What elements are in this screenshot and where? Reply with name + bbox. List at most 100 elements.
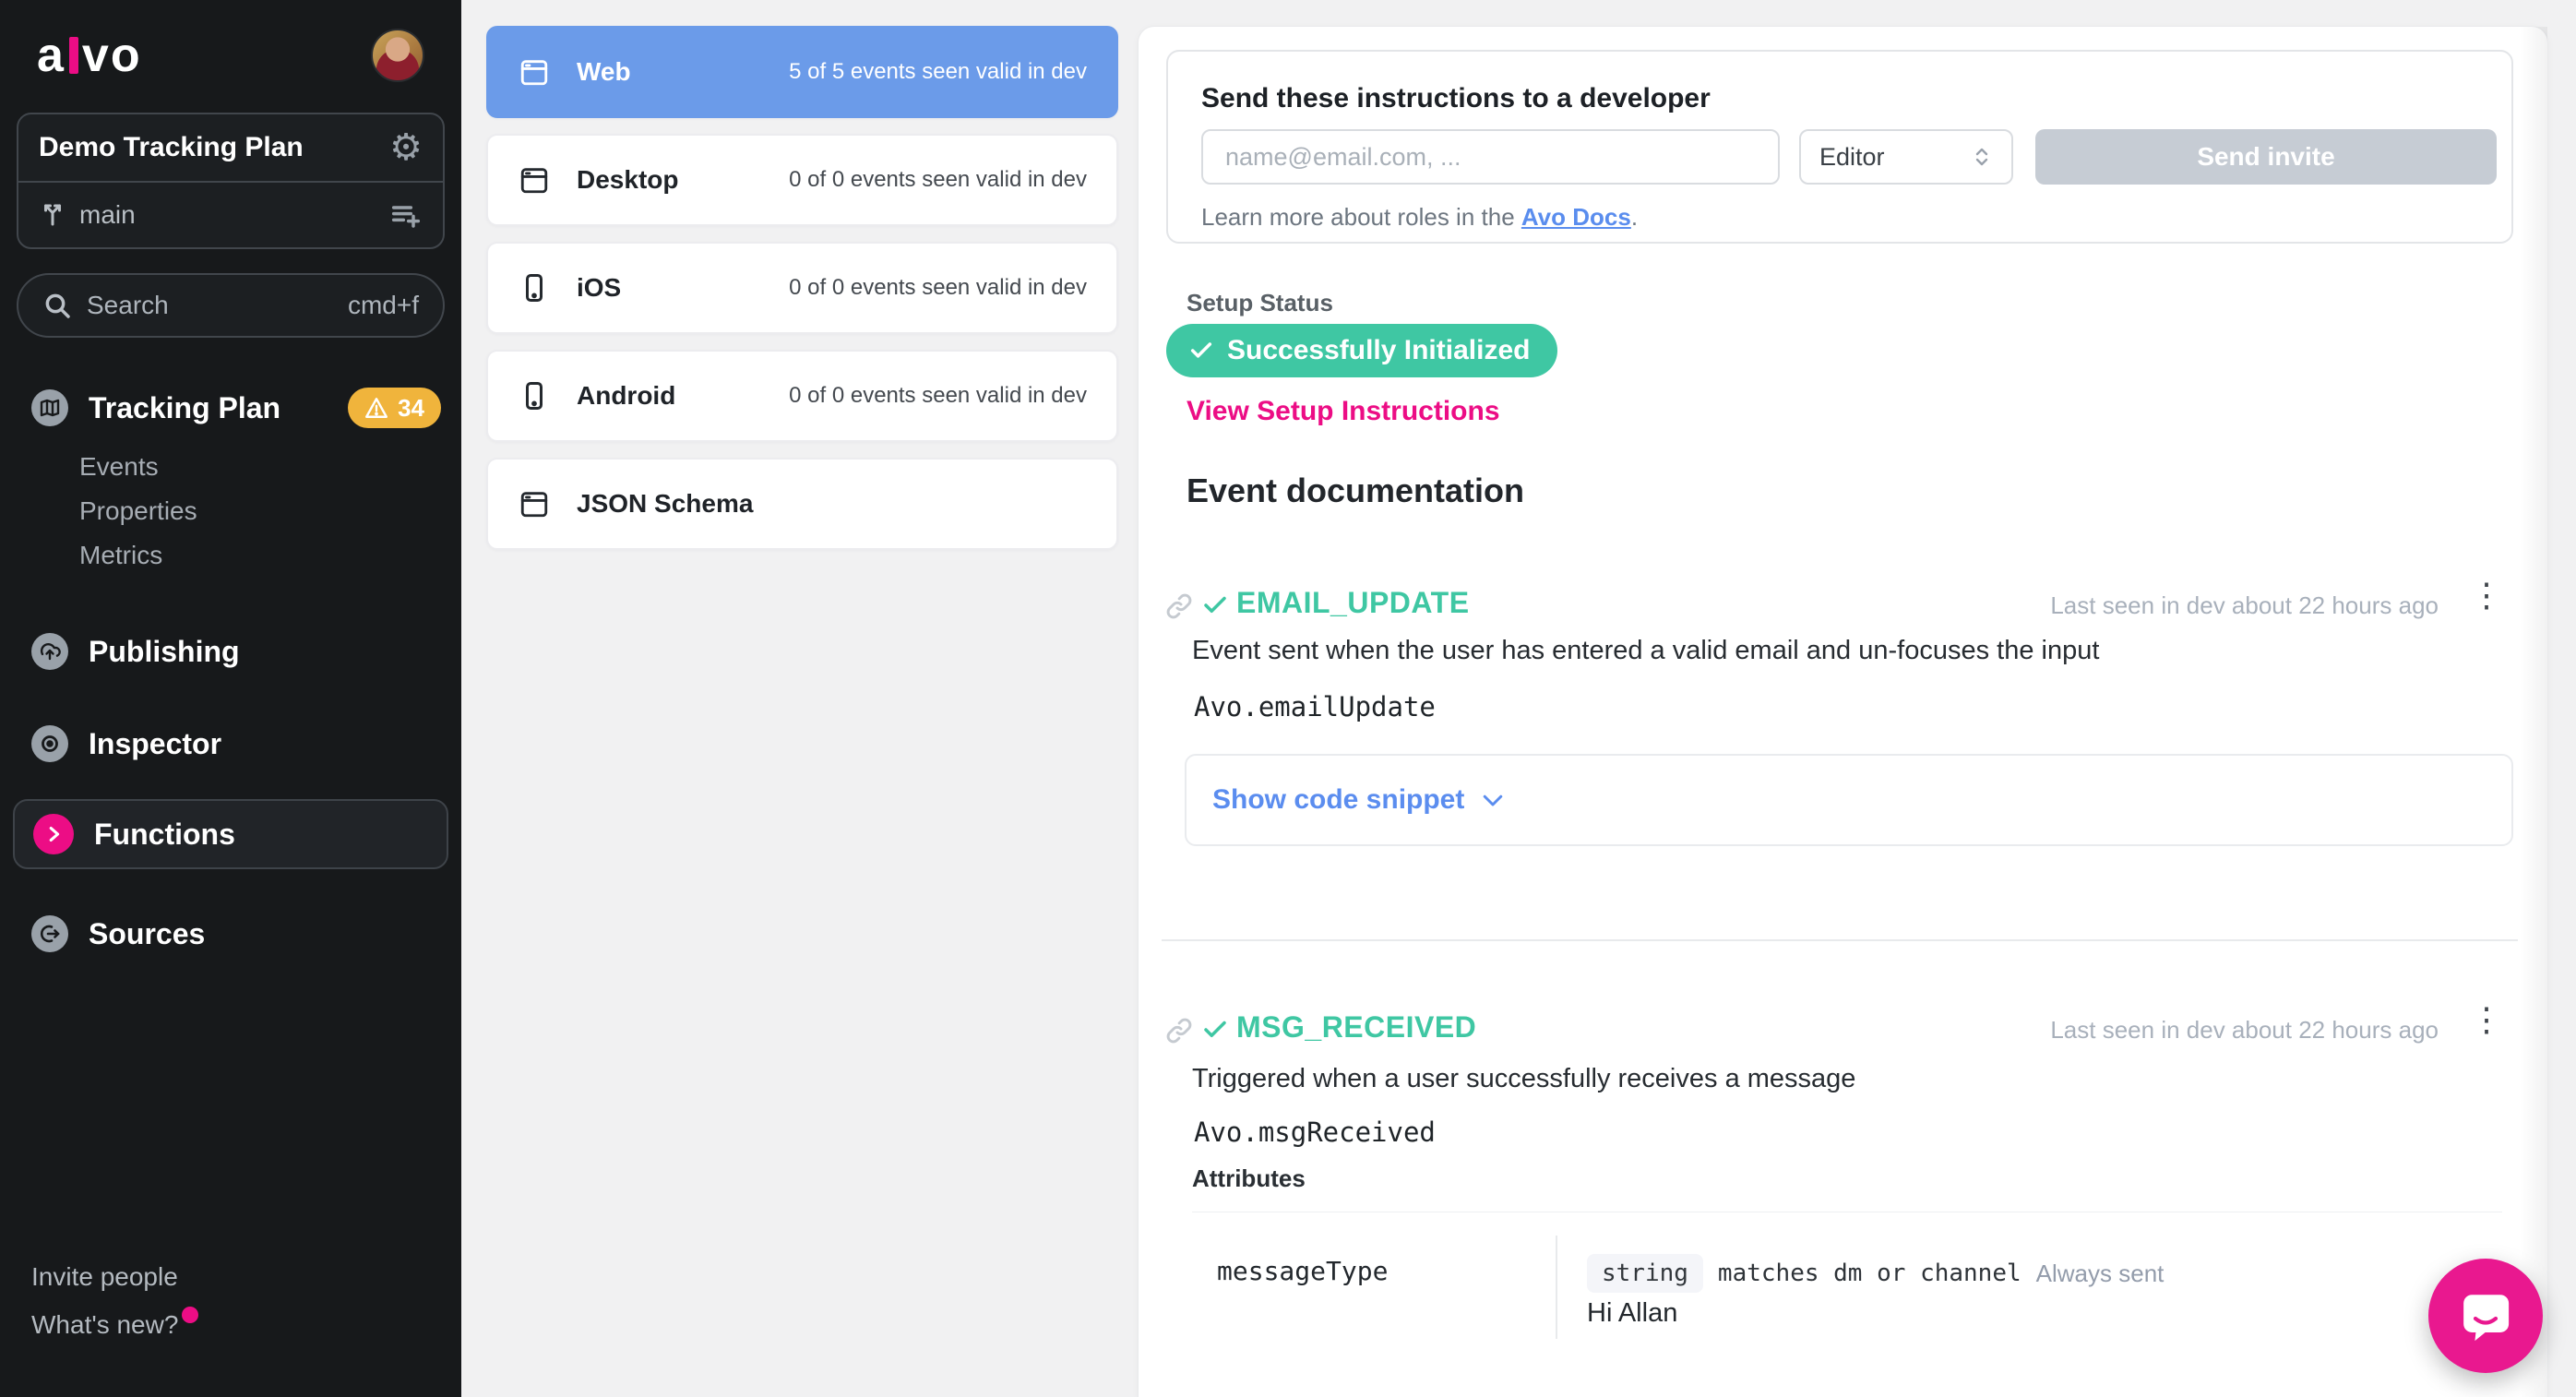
invite-developer-card: Send these instructions to a developer E… — [1166, 50, 2513, 244]
sidebar-item-properties[interactable]: Properties — [79, 489, 461, 533]
workspace-name: Demo Tracking Plan — [39, 132, 389, 163]
mobile-icon — [518, 379, 551, 412]
branch-row[interactable]: main — [18, 181, 443, 247]
valid-check-icon — [1201, 591, 1229, 619]
branch-name: main — [79, 200, 389, 230]
source-name: Desktop — [577, 165, 678, 195]
chat-messenger-button[interactable] — [2428, 1259, 2543, 1373]
view-setup-instructions-link[interactable]: View Setup Instructions — [1187, 396, 1500, 427]
search-shortcut: cmd+f — [348, 291, 419, 320]
roles-note-suffix: . — [1631, 203, 1638, 231]
issues-count: 34 — [398, 394, 424, 423]
chat-bubble-icon — [2455, 1285, 2516, 1346]
attribute-sent-label: Always sent — [2036, 1260, 2165, 1288]
source-card-android[interactable]: Android 0 of 0 events seen valid in dev — [486, 350, 1118, 442]
map-icon — [31, 389, 68, 426]
event-description: Event sent when the user has entered a v… — [1192, 636, 2099, 666]
tracking-plan-label: Tracking Plan — [89, 391, 280, 425]
event-last-seen: Last seen in dev about 22 hours ago — [2050, 1016, 2439, 1045]
show-code-snippet-toggle[interactable]: Show code snippet — [1185, 754, 2513, 846]
source-name: Web — [577, 57, 631, 87]
notification-dot — [182, 1307, 198, 1323]
browser-icon — [518, 56, 551, 88]
source-card-json-schema[interactable]: JSON Schema — [486, 458, 1118, 550]
branch-icon — [39, 201, 66, 229]
user-avatar[interactable] — [371, 29, 424, 82]
logo-letter-a: a — [37, 28, 66, 83]
avo-logo[interactable]: a vo — [37, 28, 142, 83]
source-status: 0 of 0 events seen valid in dev — [789, 383, 1087, 409]
logo-letters-vo: vo — [82, 28, 142, 83]
whats-new-link[interactable]: What's new? — [31, 1301, 178, 1349]
warning-icon — [364, 397, 388, 419]
link-icon[interactable] — [1164, 591, 1194, 621]
add-branch-icon[interactable] — [389, 200, 423, 230]
event-code-name: Avo.emailUpdate — [1194, 691, 1436, 722]
sidebar-item-tracking-plan[interactable]: Tracking Plan 34 — [0, 380, 461, 436]
source-name: Android — [577, 381, 675, 411]
developer-email-input[interactable] — [1201, 129, 1780, 185]
sidebar-item-functions[interactable]: Functions — [13, 799, 448, 869]
roles-note-prefix: Learn more about roles in the — [1201, 203, 1521, 231]
gear-icon[interactable]: ⚙ — [389, 129, 423, 166]
sidebar-nav: Tracking Plan 34 Events Properties Metri… — [0, 380, 461, 961]
browser-icon — [518, 164, 551, 196]
roles-note: Learn more about roles in the Avo Docs. — [1201, 203, 1638, 232]
source-status: 5 of 5 events seen valid in dev — [789, 59, 1087, 85]
attribute-meta: string matches dm or channel Always sent — [1587, 1254, 2164, 1293]
sidebar-item-sources[interactable]: Sources — [0, 906, 461, 961]
sidebar-item-metrics[interactable]: Metrics — [79, 533, 461, 578]
mobile-icon — [518, 271, 551, 304]
event-divider — [1162, 939, 2518, 941]
kebab-menu-icon[interactable]: ⋮ — [2470, 1003, 2503, 1036]
invite-card-title: Send these instructions to a developer — [1201, 83, 1711, 114]
chevron-right-icon — [33, 814, 74, 854]
attribute-example-value: Hi Allan — [1587, 1298, 1677, 1329]
sidebar-item-publishing[interactable]: Publishing — [0, 624, 461, 679]
setup-status-text: Successfully Initialized — [1227, 335, 1530, 366]
inspector-label: Inspector — [89, 727, 221, 761]
event-name-email-update[interactable]: EMAIL_UPDATE — [1236, 586, 1470, 620]
sidebar-item-events[interactable]: Events — [79, 445, 461, 489]
whats-new-label: What's new? — [31, 1310, 178, 1339]
functions-label: Functions — [94, 818, 235, 852]
snippet-toggle-label: Show code snippet — [1212, 784, 1464, 816]
send-invite-button[interactable]: Send invite — [2035, 129, 2497, 185]
sidebar-item-inspector[interactable]: Inspector — [0, 716, 461, 771]
role-select[interactable]: Editor — [1799, 129, 2013, 185]
cloud-upload-icon — [31, 633, 68, 670]
role-selected-value: Editor — [1819, 143, 1971, 172]
source-card-desktop[interactable]: Desktop 0 of 0 events seen valid in dev — [486, 134, 1118, 226]
edge-fade — [2520, 27, 2547, 1397]
attribute-type-badge: string — [1587, 1254, 1703, 1293]
link-icon[interactable] — [1164, 1016, 1194, 1045]
source-card-web[interactable]: Web 5 of 5 events seen valid in dev — [486, 26, 1118, 118]
sources-label: Sources — [89, 917, 205, 951]
valid-check-icon — [1201, 1016, 1229, 1044]
setup-status-badge: Successfully Initialized — [1166, 324, 1557, 377]
source-name: iOS — [577, 273, 621, 303]
event-last-seen: Last seen in dev about 22 hours ago — [2050, 591, 2439, 620]
search-placeholder: Search — [87, 291, 348, 320]
search-input[interactable]: Search cmd+f — [17, 273, 445, 338]
logo-pink-bar — [69, 37, 78, 74]
target-icon — [31, 725, 68, 762]
source-card-ios[interactable]: iOS 0 of 0 events seen valid in dev — [486, 242, 1118, 334]
source-name: JSON Schema — [577, 489, 753, 519]
workspace-box: Demo Tracking Plan ⚙ main — [17, 113, 445, 249]
workspace-row[interactable]: Demo Tracking Plan ⚙ — [18, 114, 443, 181]
sidebar: a vo Demo Tracking Plan ⚙ main Search cm… — [0, 0, 461, 1397]
main-panel: Send these instructions to a developer E… — [1138, 26, 2548, 1397]
avo-docs-link[interactable]: Avo Docs — [1521, 203, 1631, 231]
attribute-name: messageType — [1217, 1256, 1388, 1286]
kebab-menu-icon[interactable]: ⋮ — [2470, 579, 2503, 612]
event-name-msg-received[interactable]: MSG_RECEIVED — [1236, 1010, 1476, 1045]
source-status: 0 of 0 events seen valid in dev — [789, 275, 1087, 301]
issues-badge[interactable]: 34 — [348, 388, 441, 428]
event-code-name: Avo.msgReceived — [1194, 1116, 1436, 1148]
invite-people-link[interactable]: Invite people — [31, 1253, 178, 1301]
setup-status-label: Setup Status — [1187, 289, 1333, 317]
attributes-label: Attributes — [1192, 1164, 1306, 1193]
event-description: Triggered when a user successfully recei… — [1192, 1064, 1855, 1094]
check-icon — [1188, 338, 1214, 364]
